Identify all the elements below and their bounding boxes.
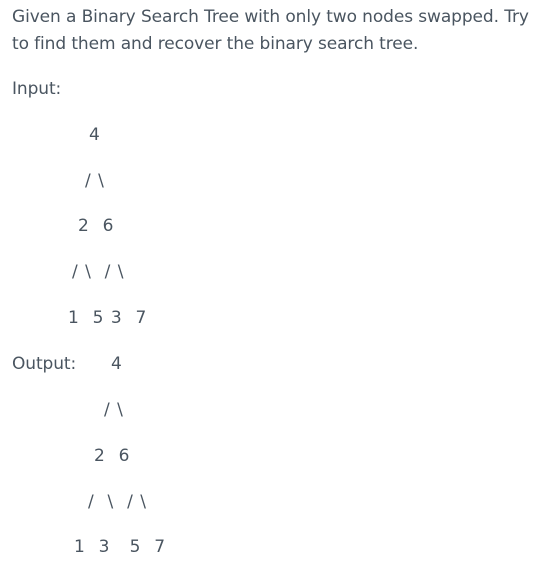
output-tree-row-3: 2 6: [94, 446, 131, 466]
problem-text-line-1: Given a Binary Search Tree with only two…: [12, 7, 529, 27]
output-tree-row-1: 4: [111, 354, 123, 374]
output-tree-row-5: 1 3 5 7: [74, 537, 167, 557]
input-tree-row-4: / \ / \: [72, 262, 125, 282]
problem-text-line-2: to find them and recover the binary sear…: [12, 34, 419, 54]
input-tree-row-2: / \: [85, 171, 105, 191]
input-tree-row-1: 4: [89, 125, 101, 145]
output-tree-row-4: / \ / \: [88, 492, 147, 512]
output-tree-row-2: / \: [104, 400, 124, 420]
input-tree-row-5: 1 5 3 7: [68, 308, 148, 328]
input-tree-row-3: 2 6: [78, 216, 115, 236]
input-label: Input:: [12, 79, 62, 99]
output-label: Output:: [12, 354, 77, 374]
